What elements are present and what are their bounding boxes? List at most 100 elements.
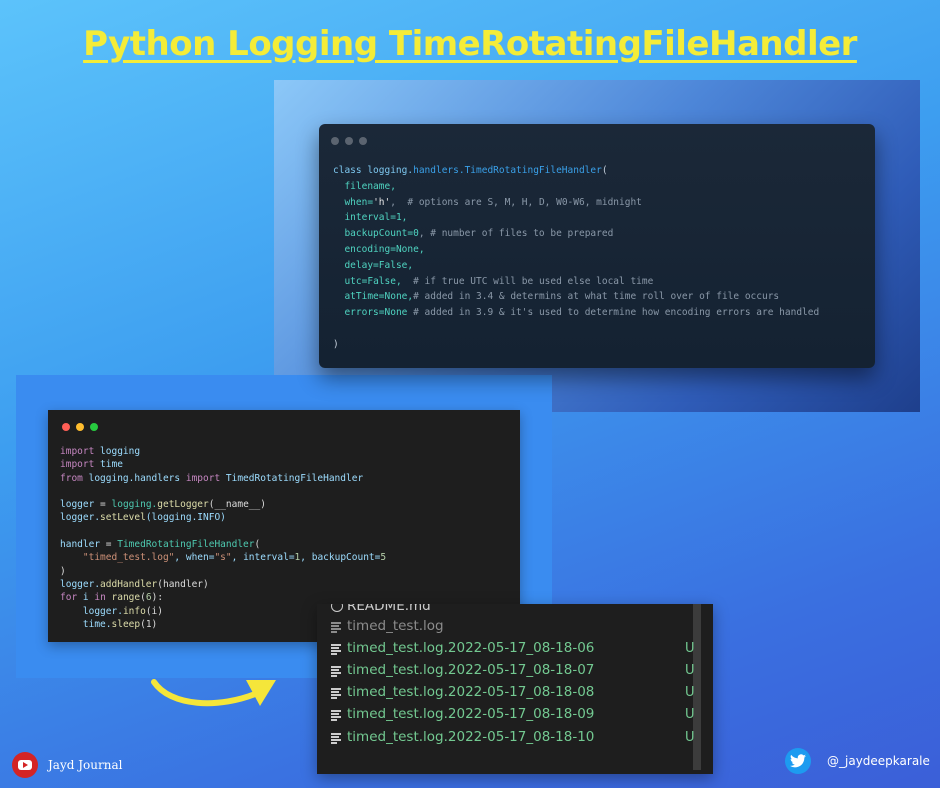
code-text: TimedRotatingFileHandler: [220, 472, 364, 484]
code-line: utc=False, # if true UTC will be used el…: [344, 276, 653, 287]
footer-brand: Jayd Journal: [12, 752, 122, 778]
code-text: (logging.INFO): [145, 512, 226, 524]
code-arg: encoding=: [344, 243, 396, 255]
code-value: None,: [384, 291, 414, 303]
git-status-badge: U: [685, 662, 695, 678]
explorer-item[interactable]: timed_test.log.2022-05-17_08-18-07 U: [331, 659, 701, 681]
code-punct: =: [100, 539, 118, 551]
file-lines-icon: [331, 664, 343, 677]
git-status-badge: U: [685, 684, 695, 700]
code-arg: utc=: [344, 275, 368, 287]
code-keyword: import: [60, 446, 95, 457]
page-title: Python Logging TimeRotatingFileHandler: [83, 24, 857, 64]
social-handle[interactable]: @_jaydeepkarale: [827, 754, 930, 768]
code-function: getLogger: [157, 499, 209, 511]
code-value: 1,: [395, 212, 408, 224]
code-text: , when=: [174, 552, 215, 564]
code-text: time: [94, 459, 123, 471]
code-function: setLevel: [100, 512, 146, 524]
code-line: logger.info(i): [83, 606, 163, 617]
code-text: logger: [60, 499, 95, 511]
file-lines-icon: [331, 686, 343, 699]
explorer-item-label: timed_test.log.2022-05-17_08-18-09: [347, 706, 595, 722]
git-status-badge: U: [685, 706, 695, 722]
twitter-icon[interactable]: [785, 748, 811, 774]
file-lines-icon: [331, 708, 343, 721]
code-line: handler = TimedRotatingFileHandler(: [60, 539, 260, 550]
code-text: , interval=: [231, 552, 295, 564]
code-text: logging.handlers: [82, 472, 186, 484]
code-keyword: import: [185, 472, 221, 484]
code-comment: , # number of files to be prepared: [418, 228, 614, 240]
code-function: sleep: [111, 618, 141, 630]
code-line: "timed_test.log", when="s", interval=1, …: [83, 552, 386, 563]
code-keyword: import: [60, 459, 95, 471]
signature-code: class logging.handlers.TimedRotatingFile…: [333, 163, 819, 353]
code-module: logging.: [367, 165, 414, 176]
code-line: for i in range(6):: [60, 592, 163, 603]
close-dot-icon: [62, 423, 70, 431]
code-line: errors=None # added in 3.9 & it's used t…: [344, 307, 819, 318]
code-line: ): [60, 565, 66, 577]
code-function: info: [122, 605, 146, 617]
code-line: ): [333, 338, 339, 350]
code-text: logging.: [111, 499, 158, 511]
code-line: class logging.handlers.TimedRotatingFile…: [333, 165, 608, 176]
code-line: logger.addHandler(handler): [60, 579, 209, 590]
code-line: logger = logging.getLogger(__name__): [60, 499, 266, 510]
code-punct: =: [94, 499, 112, 511]
code-text: , backupCount=: [300, 552, 381, 564]
explorer-item[interactable]: timed_test.log.2022-05-17_08-18-10 U: [331, 726, 701, 748]
code-text: logger.: [60, 512, 101, 524]
curved-arrow-icon: [151, 679, 276, 707]
file-lines-icon: [331, 642, 343, 655]
explorer-item[interactable]: timed_test.log: [331, 615, 701, 637]
code-text: i: [77, 592, 95, 604]
explorer-item[interactable]: timed_test.log.2022-05-17_08-18-08 U: [331, 681, 701, 703]
code-text: logger.: [60, 578, 101, 590]
file-lines-icon: [331, 731, 343, 744]
code-arg: delay=: [344, 259, 379, 271]
code-comment: # if true UTC will be used else local ti…: [401, 275, 654, 287]
code-line: import time: [60, 459, 123, 470]
git-status-badge: U: [685, 640, 695, 656]
code-value: False,: [367, 275, 402, 287]
code-arg: errors=: [344, 307, 385, 319]
info-icon: [331, 604, 343, 612]
code-line: atTime=None,# added in 3.4 & determins a…: [344, 291, 779, 302]
window-dot-icon: [359, 137, 367, 145]
code-keyword: from: [60, 472, 83, 484]
code-keyword: for: [60, 592, 78, 604]
code-line: logger.setLevel(logging.INFO): [60, 512, 226, 523]
code-punct: (: [254, 539, 261, 551]
code-arg: when=: [344, 196, 374, 208]
code-line: from logging.handlers import TimedRotati…: [60, 473, 363, 484]
code-value: False,: [378, 259, 414, 271]
code-text: logging: [94, 446, 141, 457]
code-line: filename,: [344, 180, 396, 192]
explorer-item-label: timed_test.log.2022-05-17_08-18-08: [347, 684, 595, 700]
explorer-item[interactable]: timed_test.log.2022-05-17_08-18-06 U: [331, 637, 701, 659]
code-text: (1): [140, 618, 158, 630]
explorer-item[interactable]: timed_test.log.2022-05-17_08-18-09 U: [331, 703, 701, 725]
code-text: (i): [145, 605, 163, 617]
code-number: 5: [380, 552, 387, 564]
window-dot-icon: [331, 137, 339, 145]
code-function: addHandler: [100, 578, 158, 590]
code-line: delay=False,: [344, 260, 413, 271]
footer-handle: @_jaydeepkarale: [785, 748, 930, 774]
code-string: "timed_test.log": [82, 552, 175, 564]
code-text: time.: [82, 618, 112, 630]
code-keyword: in: [94, 592, 106, 604]
code-comment: , # options are S, M, H, D, W0-W6, midni…: [390, 196, 642, 208]
code-value: None,: [395, 243, 425, 255]
code-text: (handler): [157, 578, 209, 590]
youtube-icon[interactable]: [12, 752, 38, 778]
code-comment: # added in 3.9 & it's used to determine …: [407, 307, 820, 319]
file-lines-icon: [331, 620, 343, 633]
window-controls: [62, 423, 98, 431]
code-value: None: [384, 307, 408, 319]
code-text: handler: [60, 539, 101, 551]
code-line: encoding=None,: [344, 244, 424, 255]
code-line: import logging: [60, 446, 140, 457]
